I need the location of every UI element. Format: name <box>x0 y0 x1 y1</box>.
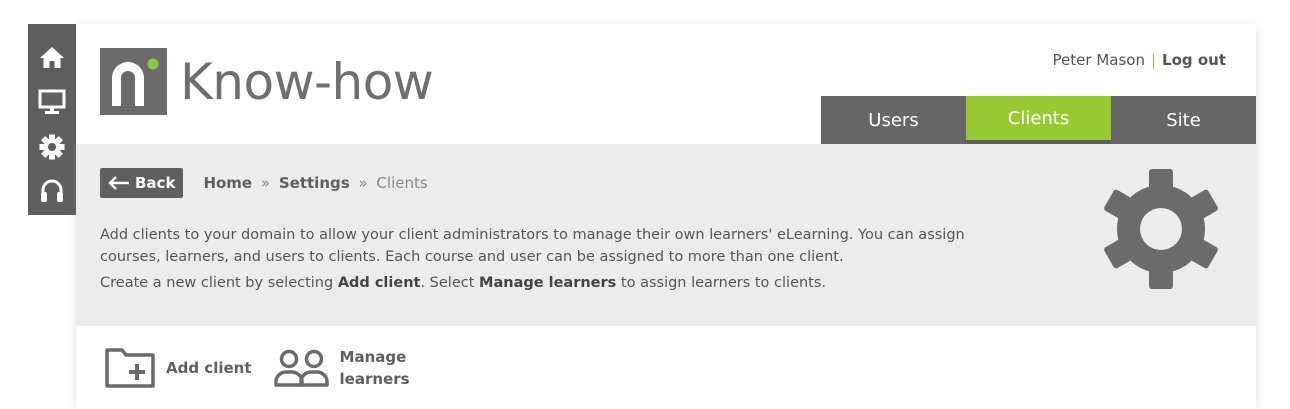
add-client-button[interactable]: Add client <box>104 347 252 389</box>
logo-mark <box>100 48 167 115</box>
instruction-manage-learners: Manage learners <box>479 275 617 291</box>
user-area: Peter Mason | Log out <box>1053 51 1226 69</box>
breadcrumb-home[interactable]: Home <box>203 174 252 192</box>
instruction-text: to assign learners to clients. <box>616 275 827 291</box>
headset-icon[interactable] <box>28 170 76 215</box>
gear-icon[interactable] <box>28 125 76 170</box>
tab-clients[interactable]: Clients <box>966 96 1111 144</box>
logo[interactable]: Know-how <box>100 48 434 115</box>
users-icon <box>273 349 329 387</box>
tab-users[interactable]: Users <box>821 96 966 144</box>
instruction-text: Create a new client by selecting <box>100 275 338 291</box>
breadcrumb-separator: » <box>358 174 368 192</box>
breadcrumb-settings[interactable]: Settings <box>279 174 350 192</box>
back-label: Back <box>135 174 176 192</box>
manage-learners-label-line1: Manage <box>339 347 407 366</box>
settings-gear-icon <box>1100 168 1222 294</box>
info-banner: Back Home » Settings » Clients Add clien… <box>76 144 1256 326</box>
main-panel: Know-how Peter Mason | Log out Users Clien… <box>76 24 1256 409</box>
monitor-icon[interactable] <box>28 79 76 124</box>
manage-learners-button[interactable]: Manage learners <box>273 346 410 390</box>
page-description: Add clients to your domain to allow your… <box>100 227 965 265</box>
manage-learners-label: Manage learners <box>340 346 410 390</box>
instruction-text: . Select <box>420 275 480 291</box>
folder-add-icon <box>105 347 155 388</box>
user-name: Peter Mason <box>1052 51 1145 69</box>
instruction-add-client: Add client <box>337 275 421 291</box>
user-separator: | <box>1150 51 1157 69</box>
manage-learners-label-line2: learners <box>339 369 410 388</box>
action-bar: Add client Manage learners <box>76 326 1256 409</box>
breadcrumb: Home » Settings » Clients <box>203 174 427 192</box>
header: Know-how Peter Mason | Log out Users Clien… <box>76 24 1256 144</box>
arrow-left-icon <box>108 176 129 190</box>
logout-link[interactable]: Log out <box>1162 51 1226 69</box>
logo-text: Know-how <box>180 52 434 111</box>
page-instruction: Create a new client by selecting Add cli… <box>100 275 1232 291</box>
tab-site[interactable]: Site <box>1111 96 1256 144</box>
tab-bar: Users Clients Site <box>821 96 1256 144</box>
add-client-label: Add client <box>166 358 252 377</box>
side-nav <box>28 24 76 215</box>
home-icon[interactable] <box>28 34 76 79</box>
breadcrumb-current: Clients <box>376 174 428 192</box>
breadcrumb-separator: » <box>260 174 271 192</box>
back-button[interactable]: Back <box>100 168 184 198</box>
